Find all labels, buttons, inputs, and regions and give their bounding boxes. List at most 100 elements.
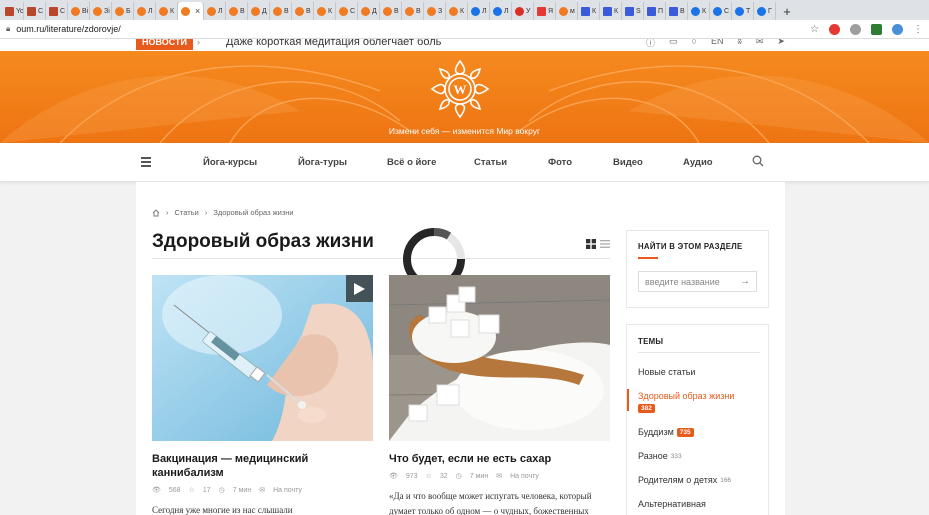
browser-menu-icon[interactable]: ⋮ <box>913 24 923 35</box>
browser-tab[interactable]: C <box>46 2 68 20</box>
browser-tab[interactable]: S <box>622 2 644 20</box>
article-image-sugar[interactable] <box>389 275 610 441</box>
news-ticker-text[interactable]: Даже короткая медитация облегчает боль <box>226 39 441 48</box>
views-icon: 👁︎ <box>389 473 398 480</box>
tab-favicon-icon <box>625 6 634 16</box>
list-view-icon[interactable] <box>600 239 610 249</box>
profile-avatar-icon[interactable] <box>892 23 903 35</box>
browser-tab[interactable]: Я <box>534 2 556 20</box>
browser-tab[interactable]: В <box>402 2 424 20</box>
grid-view-icon[interactable] <box>586 239 596 249</box>
topic-item[interactable]: Буддизм 735 <box>638 427 757 437</box>
bookmark-star-icon[interactable]: ☆ <box>810 24 819 35</box>
cart-icon[interactable]: ▭ <box>669 39 678 49</box>
widget-accent-rule <box>638 257 658 259</box>
extension-grid-icon[interactable] <box>871 23 882 35</box>
news-prev-next-arrows[interactable]: ‹› <box>186 39 208 47</box>
browser-tab[interactable]: П <box>644 2 666 20</box>
browser-tab[interactable]: К <box>600 2 622 20</box>
address-bar[interactable]: 🔒︎ oum.ru/literature/zdorovje/ ☆ ⋮ <box>0 20 929 39</box>
vk-icon[interactable]: ʬ <box>737 39 741 49</box>
user-icon[interactable]: ○ <box>692 39 697 49</box>
browser-tab[interactable]: С <box>336 2 358 20</box>
browser-tab[interactable]: С <box>710 2 732 20</box>
browser-tab[interactable]: Г <box>754 2 776 20</box>
topic-item-active[interactable]: Здоровый образ жизни 382 <box>627 389 748 413</box>
browser-tab[interactable]: Л <box>490 2 512 20</box>
nav-yoga-tours[interactable]: Йога-туры <box>298 157 347 168</box>
hamburger-menu-icon[interactable] <box>141 157 151 169</box>
topic-label: Здоровый образ жизни <box>638 391 735 401</box>
nav-about-yoga[interactable]: Всё о йоге <box>387 157 436 168</box>
browser-tab[interactable]: Л <box>134 2 156 20</box>
news-badge[interactable]: НОВОСТИ <box>136 39 194 50</box>
browser-tab[interactable]: У <box>512 2 534 20</box>
browser-tab[interactable]: Б <box>112 2 134 20</box>
search-icon[interactable] <box>752 155 764 167</box>
article-title[interactable]: Вакцинация — медицинский каннибализм <box>152 452 373 480</box>
tab-favicon-icon <box>181 6 190 16</box>
browser-tab[interactable]: К <box>314 2 336 20</box>
browser-tab[interactable]: В <box>380 2 402 20</box>
extension-shield-icon[interactable] <box>850 23 861 35</box>
url-text[interactable]: oum.ru/literature/zdorovje/ <box>16 24 121 34</box>
topic-item[interactable]: Альтернативная <box>638 499 757 509</box>
browser-tab[interactable]: В <box>666 2 688 20</box>
language-switch[interactable]: EN <box>711 39 724 49</box>
telegram-icon[interactable]: ➤ <box>777 39 785 49</box>
breadcrumb-item-articles[interactable]: Статьи <box>175 208 199 217</box>
topic-item[interactable]: Новые статьи <box>638 367 757 377</box>
browser-tab[interactable]: Д <box>248 2 270 20</box>
home-icon[interactable] <box>152 208 160 217</box>
tab-title: С <box>350 7 356 15</box>
browser-tab[interactable]: К <box>446 2 468 20</box>
browser-tab[interactable]: В <box>226 2 248 20</box>
browser-tab[interactable]: К <box>578 2 600 20</box>
mail-icon[interactable]: ✉ <box>496 472 502 480</box>
article-image-vaccination[interactable] <box>152 275 373 441</box>
nav-yoga-courses[interactable]: Йога-курсы <box>203 157 257 168</box>
browser-tab[interactable]: К <box>688 2 710 20</box>
info-icon[interactable]: ⓘ <box>646 39 655 49</box>
topic-item[interactable]: Разное 333 <box>638 451 757 461</box>
browser-tab[interactable]: м <box>556 2 578 20</box>
search-submit-arrow-icon[interactable]: → <box>740 276 750 287</box>
browser-tab[interactable]: В <box>270 2 292 20</box>
browser-tab[interactable]: C <box>24 2 46 20</box>
browser-tab[interactable]: К <box>156 2 178 20</box>
browser-tab[interactable]: Л <box>204 2 226 20</box>
read-time: 7 мин <box>469 472 489 480</box>
nav-photo[interactable]: Фото <box>548 157 572 168</box>
browser-tab[interactable]: Зі <box>90 2 112 20</box>
nav-audio[interactable]: Аудио <box>683 157 713 168</box>
nav-articles[interactable]: Статьи <box>474 157 507 168</box>
browser-tab[interactable]: В <box>292 2 314 20</box>
tab-title: Bi <box>82 7 89 15</box>
views-count: 568 <box>168 486 181 494</box>
browser-tab[interactable]: Т <box>732 2 754 20</box>
browser-tab[interactable]: Д <box>358 2 380 20</box>
tab-title: В <box>416 7 421 15</box>
browser-tab[interactable]: Yo <box>2 2 24 20</box>
video-play-button[interactable] <box>346 275 373 302</box>
article-title[interactable]: Что будет, если не есть сахар <box>389 452 610 466</box>
extension-adblock-icon[interactable] <box>829 23 840 35</box>
browser-tab[interactable]: Bi <box>68 2 90 20</box>
new-tab-button[interactable]: + <box>778 2 796 20</box>
browser-tab[interactable]: З <box>424 2 446 20</box>
site-logo[interactable]: W <box>426 55 494 123</box>
article-card[interactable]: Что будет, если не есть сахар 👁︎ 973 ☆ 3… <box>389 275 610 515</box>
tab-close-icon[interactable]: × <box>195 6 200 16</box>
mail-icon[interactable]: ✉ <box>259 486 265 494</box>
article-meta: 👁︎ 568 ☆ 17 ◷ 7 мин ✉ На почту <box>152 486 373 495</box>
tab-title: Л <box>148 7 153 15</box>
share-icon[interactable]: ✉ <box>756 39 764 49</box>
topic-item[interactable]: Родителям о детях 166 <box>638 475 757 485</box>
send-to-email-link[interactable]: На почту <box>273 487 302 494</box>
browser-tab[interactable]: Л <box>468 2 490 20</box>
nav-video[interactable]: Видео <box>613 157 643 168</box>
browser-tab[interactable]: × <box>178 2 204 20</box>
section-search-input[interactable]: введите название → <box>638 271 757 292</box>
send-to-email-link[interactable]: На почту <box>510 473 539 480</box>
article-card[interactable]: Вакцинация — медицинский каннибализм 👁︎ … <box>152 275 373 515</box>
